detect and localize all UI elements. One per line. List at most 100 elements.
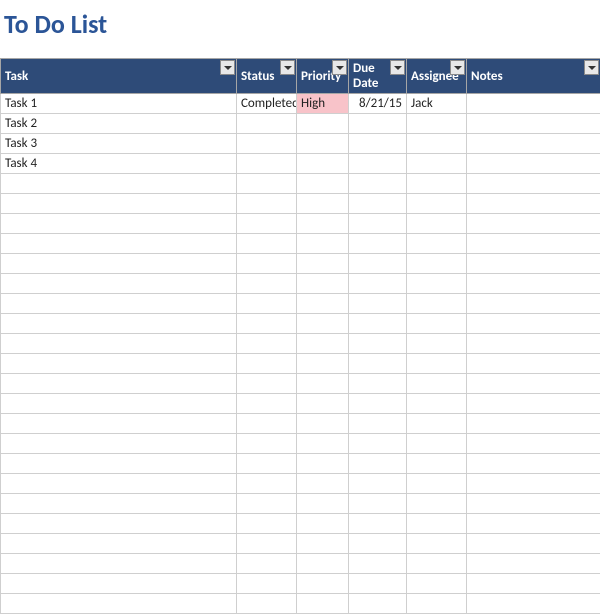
header-notes[interactable]: Notes — [467, 59, 600, 94]
empty-cell[interactable] — [467, 194, 600, 214]
empty-cell[interactable] — [237, 574, 297, 594]
empty-cell[interactable] — [467, 414, 600, 434]
empty-cell[interactable] — [297, 374, 349, 394]
filter-icon[interactable] — [332, 60, 347, 75]
empty-cell[interactable] — [1, 514, 237, 534]
empty-cell[interactable] — [237, 234, 297, 254]
empty-cell[interactable] — [407, 354, 467, 374]
empty-cell[interactable] — [467, 314, 600, 334]
empty-cell[interactable] — [407, 274, 467, 294]
empty-cell[interactable] — [349, 234, 407, 254]
empty-cell[interactable] — [1, 374, 237, 394]
header-task[interactable]: Task — [1, 59, 237, 94]
empty-cell[interactable] — [1, 174, 237, 194]
cell-task[interactable]: Task 2 — [1, 114, 237, 134]
empty-cell[interactable] — [467, 594, 600, 614]
empty-cell[interactable] — [237, 294, 297, 314]
empty-cell[interactable] — [349, 594, 407, 614]
empty-cell[interactable] — [297, 354, 349, 374]
cell-status[interactable] — [237, 154, 297, 174]
filter-icon[interactable] — [450, 60, 465, 75]
empty-cell[interactable] — [407, 314, 467, 334]
cell-duedate[interactable] — [349, 154, 407, 174]
empty-cell[interactable] — [407, 414, 467, 434]
empty-cell[interactable] — [237, 514, 297, 534]
empty-cell[interactable] — [349, 174, 407, 194]
empty-cell[interactable] — [407, 374, 467, 394]
empty-cell[interactable] — [1, 574, 237, 594]
empty-cell[interactable] — [467, 534, 600, 554]
empty-cell[interactable] — [1, 534, 237, 554]
empty-cell[interactable] — [237, 334, 297, 354]
cell-notes[interactable] — [467, 154, 600, 174]
empty-cell[interactable] — [297, 454, 349, 474]
empty-cell[interactable] — [349, 334, 407, 354]
cell-notes[interactable] — [467, 94, 600, 114]
empty-cell[interactable] — [1, 354, 237, 374]
empty-cell[interactable] — [407, 594, 467, 614]
cell-assignee[interactable] — [407, 114, 467, 134]
empty-cell[interactable] — [349, 494, 407, 514]
empty-cell[interactable] — [1, 194, 237, 214]
empty-cell[interactable] — [297, 574, 349, 594]
empty-cell[interactable] — [407, 554, 467, 574]
empty-cell[interactable] — [407, 394, 467, 414]
empty-cell[interactable] — [467, 394, 600, 414]
cell-status[interactable] — [237, 134, 297, 154]
empty-cell[interactable] — [349, 294, 407, 314]
empty-cell[interactable] — [467, 254, 600, 274]
empty-cell[interactable] — [1, 294, 237, 314]
empty-cell[interactable] — [1, 254, 237, 274]
empty-cell[interactable] — [237, 554, 297, 574]
cell-assignee[interactable] — [407, 154, 467, 174]
cell-status[interactable]: Completed — [237, 94, 297, 114]
empty-cell[interactable] — [467, 454, 600, 474]
empty-cell[interactable] — [467, 494, 600, 514]
empty-cell[interactable] — [237, 214, 297, 234]
empty-cell[interactable] — [237, 434, 297, 454]
empty-cell[interactable] — [297, 534, 349, 554]
empty-cell[interactable] — [349, 274, 407, 294]
header-priority[interactable]: Priority — [297, 59, 349, 94]
empty-cell[interactable] — [407, 514, 467, 534]
empty-cell[interactable] — [297, 234, 349, 254]
empty-cell[interactable] — [407, 574, 467, 594]
empty-cell[interactable] — [349, 534, 407, 554]
empty-cell[interactable] — [467, 214, 600, 234]
empty-cell[interactable] — [467, 434, 600, 454]
empty-cell[interactable] — [237, 274, 297, 294]
cell-task[interactable]: Task 1 — [1, 94, 237, 114]
empty-cell[interactable] — [297, 434, 349, 454]
empty-cell[interactable] — [407, 534, 467, 554]
empty-cell[interactable] — [467, 334, 600, 354]
cell-task[interactable]: Task 4 — [1, 154, 237, 174]
cell-priority[interactable]: High — [297, 94, 349, 114]
empty-cell[interactable] — [349, 514, 407, 534]
empty-cell[interactable] — [407, 294, 467, 314]
filter-icon[interactable] — [390, 60, 405, 75]
empty-cell[interactable] — [407, 434, 467, 454]
empty-cell[interactable] — [349, 454, 407, 474]
empty-cell[interactable] — [1, 454, 237, 474]
empty-cell[interactable] — [237, 594, 297, 614]
empty-cell[interactable] — [297, 214, 349, 234]
filter-icon[interactable] — [220, 60, 235, 75]
cell-priority[interactable] — [297, 114, 349, 134]
empty-cell[interactable] — [297, 294, 349, 314]
header-duedate[interactable]: Due Date — [349, 59, 407, 94]
empty-cell[interactable] — [349, 214, 407, 234]
cell-status[interactable] — [237, 114, 297, 134]
empty-cell[interactable] — [349, 374, 407, 394]
empty-cell[interactable] — [297, 334, 349, 354]
empty-cell[interactable] — [1, 334, 237, 354]
empty-cell[interactable] — [297, 174, 349, 194]
empty-cell[interactable] — [407, 214, 467, 234]
empty-cell[interactable] — [297, 494, 349, 514]
empty-cell[interactable] — [237, 454, 297, 474]
empty-cell[interactable] — [297, 474, 349, 494]
empty-cell[interactable] — [407, 334, 467, 354]
empty-cell[interactable] — [349, 194, 407, 214]
empty-cell[interactable] — [1, 234, 237, 254]
empty-cell[interactable] — [407, 234, 467, 254]
empty-cell[interactable] — [349, 474, 407, 494]
